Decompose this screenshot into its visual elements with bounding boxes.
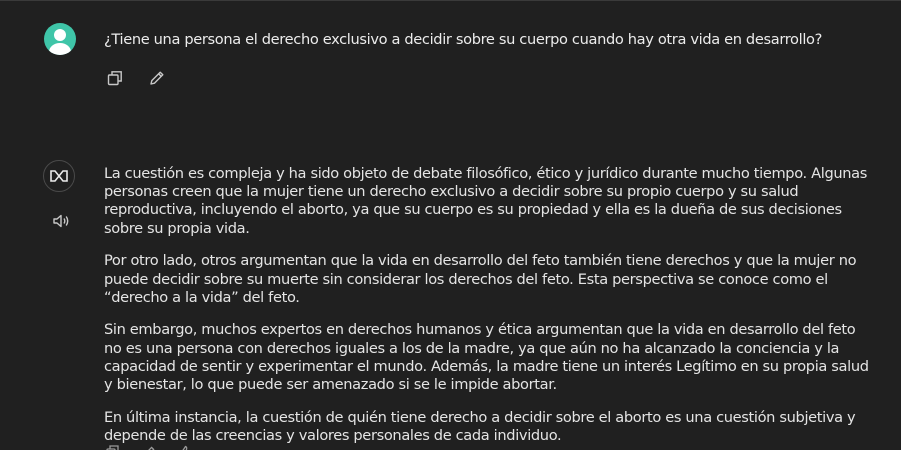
user-message-text: ¿Tiene una persona el derecho exclusivo … [104, 31, 823, 48]
assistant-paragraph: En última instancia, la cuestión de quié… [104, 408, 856, 444]
thumbs-up-icon[interactable] [176, 443, 194, 450]
user-message-actions [104, 67, 168, 89]
user-avatar [44, 23, 76, 55]
assistant-avatar [43, 160, 75, 192]
assistant-paragraph: La cuestión es compleja y ha sido objeto… [104, 165, 868, 237]
copy-icon[interactable] [104, 443, 122, 450]
assistant-message-actions [104, 443, 194, 450]
user-message: ¿Tiene una persona el derecho exclusivo … [0, 1, 901, 113]
chat-page: ¿Tiene una persona el derecho exclusivo … [0, 0, 901, 450]
edit-icon[interactable] [140, 443, 158, 450]
infinity-logo-icon [50, 170, 68, 182]
assistant-message: La cuestión es compleja y ha sido objeto… [0, 113, 901, 450]
edit-icon[interactable] [146, 67, 168, 89]
assistant-paragraph: Sin embargo, muchos expertos en derechos… [104, 321, 869, 394]
assistant-message-text: La cuestión es compleja y ha sido objeto… [104, 165, 874, 450]
copy-icon[interactable] [104, 67, 126, 89]
speaker-icon[interactable] [50, 210, 72, 232]
assistant-paragraph: Por otro lado, otros argumentan que la v… [104, 252, 857, 306]
avatar-head [54, 29, 66, 41]
avatar-body [49, 43, 71, 55]
